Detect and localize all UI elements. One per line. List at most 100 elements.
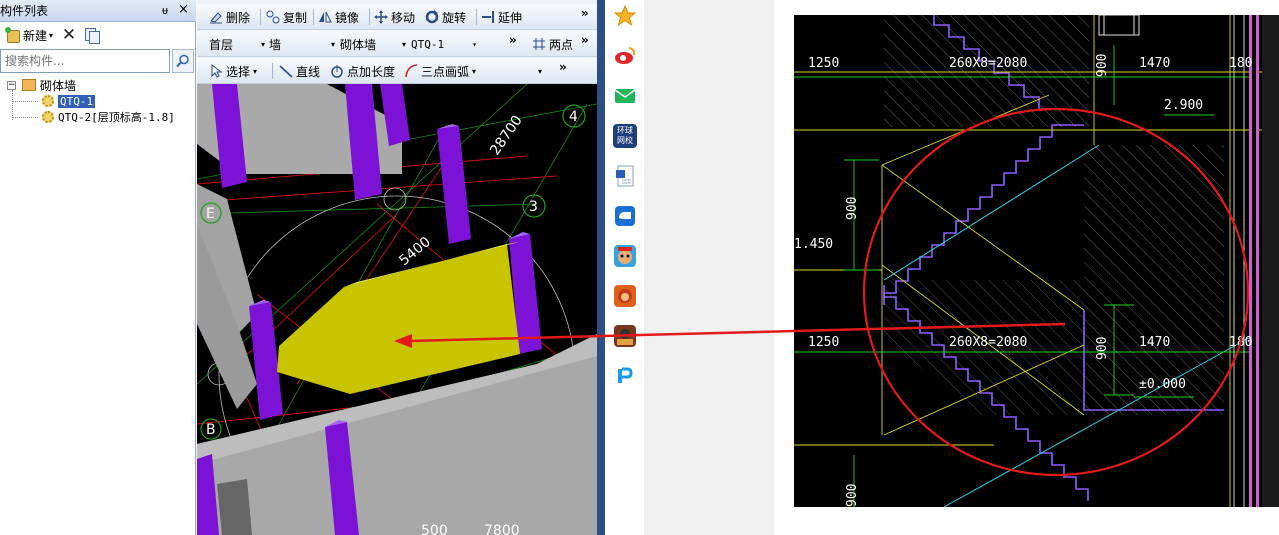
move-button[interactable]: 移动 (374, 8, 415, 26)
rotate-label: 旋转 (442, 10, 467, 25)
floor-value: 首层 (209, 37, 234, 52)
tree-item-qtq-2[interactable]: QTQ-2[层顶标高-1.8] (42, 109, 175, 125)
cad-dim: 1250 (808, 335, 839, 350)
axis-label-4: 4 (569, 109, 578, 125)
new-label: 新建 (23, 28, 48, 43)
panel-title-bar: 构件列表 ᵾ × (0, 0, 196, 22)
component-gear-icon (42, 111, 54, 123)
cad-dim: 900 (845, 197, 860, 220)
cad-dim: 260X8=2080 (949, 56, 1027, 71)
point-length-button[interactable]: 点加长度 (330, 62, 395, 80)
weibo-icon[interactable] (613, 44, 637, 68)
two-points-label: 两点 (549, 37, 574, 52)
selector-toolbar: 首层 ▾ 墙 ▾ 砌体墙 ▾ QTQ-1 ▾ » 两点 » (197, 31, 597, 57)
extend-icon (482, 11, 494, 23)
new-icon (5, 27, 21, 43)
mirror-icon (319, 11, 332, 23)
dimension-label: 7800 (484, 523, 520, 535)
cad-dim: 1.450 (794, 237, 833, 252)
cad-dim: 1470 (1139, 56, 1170, 71)
3d-viewport[interactable]: 4 3 E B 28700 5400 500 7800 (197, 84, 597, 535)
dropdown-icon: ▾ (472, 39, 477, 49)
element-type-select[interactable]: 墙 ▾ (269, 35, 335, 53)
dropdown-icon: ▾ (537, 66, 542, 76)
chat-icon[interactable] (613, 204, 637, 228)
toolbar-more-icon[interactable]: » (581, 6, 589, 20)
pin-icon[interactable]: ᵾ (162, 4, 174, 18)
toolbar-more-icon[interactable]: » (509, 33, 517, 47)
mirror-button[interactable]: 镜像 (318, 8, 359, 26)
point-length-icon (331, 65, 343, 78)
line-icon (279, 65, 293, 78)
cursor-icon (211, 64, 223, 78)
three-point-arc-button[interactable]: 三点画弧 ▾ (404, 62, 476, 80)
point-length-label: 点加长度 (347, 64, 396, 79)
background-area (645, 0, 774, 535)
game-icon-1[interactable] (613, 244, 637, 268)
copy-icon (266, 10, 280, 24)
line-button[interactable]: 直线 (279, 62, 320, 80)
arc-icon (405, 64, 418, 78)
search-input[interactable] (0, 49, 170, 73)
extend-label: 延伸 (498, 10, 523, 25)
extend-button[interactable]: 延伸 (481, 8, 522, 26)
cad-dim: 1250 (808, 56, 839, 71)
delete-button[interactable]: 删除 (209, 8, 250, 26)
component-value: QTQ-1 (411, 37, 445, 51)
game-icon-2[interactable] (613, 284, 637, 308)
tree-item-label: QTQ-1 (58, 94, 96, 108)
tree-root-label: 砌体墙 (40, 78, 77, 93)
component-select[interactable]: QTQ-1 ▾ (411, 35, 477, 53)
new-component-button[interactable]: 新建 ▾ (2, 25, 56, 45)
delete-component-button[interactable]: ✕ (60, 25, 78, 45)
game-icon-3[interactable] (613, 324, 637, 348)
masonry-wall-folder-icon (22, 79, 36, 91)
collapse-toggle-icon[interactable]: − (7, 80, 16, 90)
cad-dim: 180 (1229, 56, 1252, 71)
tree-item-qtq-1[interactable]: QTQ-1 (42, 93, 96, 109)
cad-dim: 900 (845, 484, 860, 507)
pdf-reader-icon[interactable] (613, 364, 637, 388)
floor-select[interactable]: 首层 ▾ (209, 35, 265, 53)
copy-label: 复制 (283, 10, 308, 25)
window-divider (597, 0, 605, 535)
panel-title: 构件列表 (0, 4, 49, 18)
two-points-button[interactable]: 两点 (532, 35, 573, 53)
dropdown-icon: ▾ (260, 39, 265, 49)
draw-toolbar: 选择 ▾ 直线 点加长度 三点画弧 ▾ ▾ » (197, 58, 597, 84)
rotate-button[interactable]: 旋转 (425, 8, 466, 26)
wall-type-select[interactable]: 砌体墙 ▾ (340, 35, 406, 53)
copy-button[interactable]: 复制 (266, 8, 307, 26)
cad-dim: 260X8=2080 (949, 335, 1027, 350)
star-icon[interactable] (613, 4, 637, 28)
copy-component-icon[interactable] (84, 27, 100, 44)
viewport-canvas: 4 3 E B 28700 5400 500 7800 (197, 84, 597, 535)
element-type-value: 墙 (269, 37, 282, 52)
cad-dim: 900 (1095, 337, 1110, 360)
eraser-icon (210, 12, 222, 24)
search-button[interactable] (172, 49, 194, 73)
search-icon (176, 54, 189, 68)
selected-wall[interactable] (277, 244, 520, 394)
toolbar-more-icon[interactable]: » (581, 33, 589, 47)
document-icon[interactable] (613, 164, 637, 188)
component-tree: − 砌体墙 QTQ-1 QTQ-2[层顶标高-1.8] (0, 76, 196, 136)
cad-drawing-image: 1250 260X8=2080 900 1470 180 2.900 900 1… (794, 15, 1279, 507)
toolbar-more-icon[interactable]: » (559, 60, 567, 74)
arc-option-select[interactable]: ▾ (492, 62, 542, 80)
mail-icon[interactable] (613, 84, 637, 108)
cad-canvas: 1250 260X8=2080 900 1470 180 2.900 900 1… (794, 15, 1279, 507)
component-toolbar: 新建 ▾ ✕ (0, 24, 196, 46)
move-icon (374, 10, 388, 24)
rotate-icon (425, 10, 439, 24)
news-icon[interactable]: 环球 网校 (613, 124, 637, 148)
cad-dim: ±0.000 (1139, 377, 1186, 392)
axis-label-3: 3 (529, 199, 538, 215)
select-button[interactable]: 选择 ▾ (209, 62, 257, 80)
side-app-bar: 环球 网校 (605, 0, 645, 535)
dropdown-icon: ▾ (49, 30, 54, 40)
mirror-label: 镜像 (335, 10, 360, 25)
close-icon[interactable]: × (178, 3, 190, 17)
tree-root[interactable]: − 砌体墙 (7, 77, 76, 93)
tree-item-label: QTQ-2[层顶标高-1.8] (58, 111, 175, 124)
